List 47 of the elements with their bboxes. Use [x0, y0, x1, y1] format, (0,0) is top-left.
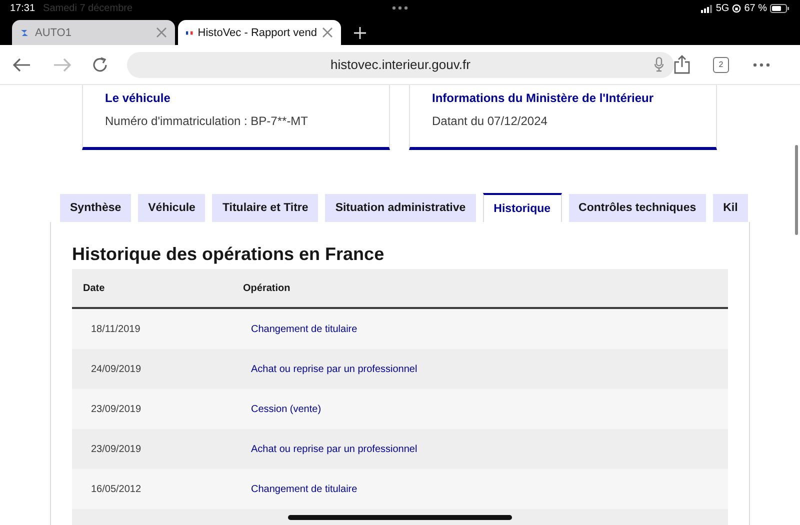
network-label: 5G [716, 3, 730, 14]
close-icon[interactable] [322, 27, 333, 38]
signal-icon [700, 4, 713, 12]
status-time: 17:31 [10, 3, 36, 14]
section-tab[interactable]: Situation administrative [325, 194, 476, 222]
date-cell-text: 16/05/2012 [90, 484, 142, 494]
status-date: Samedi 7 décembre [43, 3, 133, 14]
orientation-lock-icon [732, 4, 742, 13]
share-icon[interactable] [674, 55, 690, 74]
tab-title: HistoVec - Rapport vend [198, 26, 317, 38]
multitask-dots-icon[interactable] [392, 6, 408, 10]
operation-link[interactable]: Changement de titulaire [251, 324, 358, 334]
section-title: Historique des opérations en France [72, 244, 386, 265]
date-cell-text: 18/11/2019 [90, 324, 142, 334]
section-tab[interactable]: Titulaire et Titre [212, 194, 318, 222]
section-tab[interactable]: Contrôles techniques [568, 194, 706, 222]
date-cell-text: 24/09/2019 [90, 364, 142, 374]
operation-link[interactable]: Achat ou reprise par un professionnel [251, 364, 418, 374]
tab-count-button[interactable]: 2 [713, 56, 729, 72]
column-header: Date [82, 282, 106, 294]
operation-link[interactable]: Achat ou reprise par un professionnel [251, 444, 418, 454]
battery-icon [770, 4, 790, 13]
column-header: Opération [242, 282, 290, 294]
back-icon[interactable] [13, 58, 31, 72]
operation-link[interactable]: Cession (vente) [251, 404, 322, 414]
section-tab[interactable]: Kil [713, 194, 748, 222]
reload-icon[interactable] [91, 56, 109, 74]
card-text: Datant du 07/12/2024 [432, 114, 548, 128]
card-text: Numéro d'immatriculation : BP-7**-MT [105, 114, 310, 128]
section-tab[interactable]: Véhicule [138, 194, 206, 222]
tab-title: AUTO1 [35, 26, 72, 38]
browser-tab[interactable]: HistoVec - Rapport vend [178, 20, 341, 45]
card-title: Le véhicule [105, 91, 172, 105]
scrollbar[interactable] [795, 145, 798, 235]
card-title: Informations du Ministère de l'Intérieur [432, 91, 655, 105]
section-tab[interactable]: Historique [482, 193, 562, 222]
address-bar[interactable]: histovec.interieur.gouv.fr [127, 52, 674, 78]
operation-link[interactable]: Changement de titulaire [251, 484, 358, 494]
new-tab-icon[interactable] [354, 27, 366, 39]
battery-percent: 67 % [744, 3, 767, 14]
date-cell-text: 23/09/2019 [90, 444, 142, 454]
flag-icon [186, 28, 193, 36]
more-icon[interactable] [753, 62, 770, 66]
section-tab[interactable]: Synthèse [60, 194, 132, 222]
microphone-icon[interactable] [654, 56, 664, 72]
date-cell-text: 23/09/2019 [90, 404, 142, 414]
browser-tab[interactable]: AUTO1 [12, 20, 175, 45]
